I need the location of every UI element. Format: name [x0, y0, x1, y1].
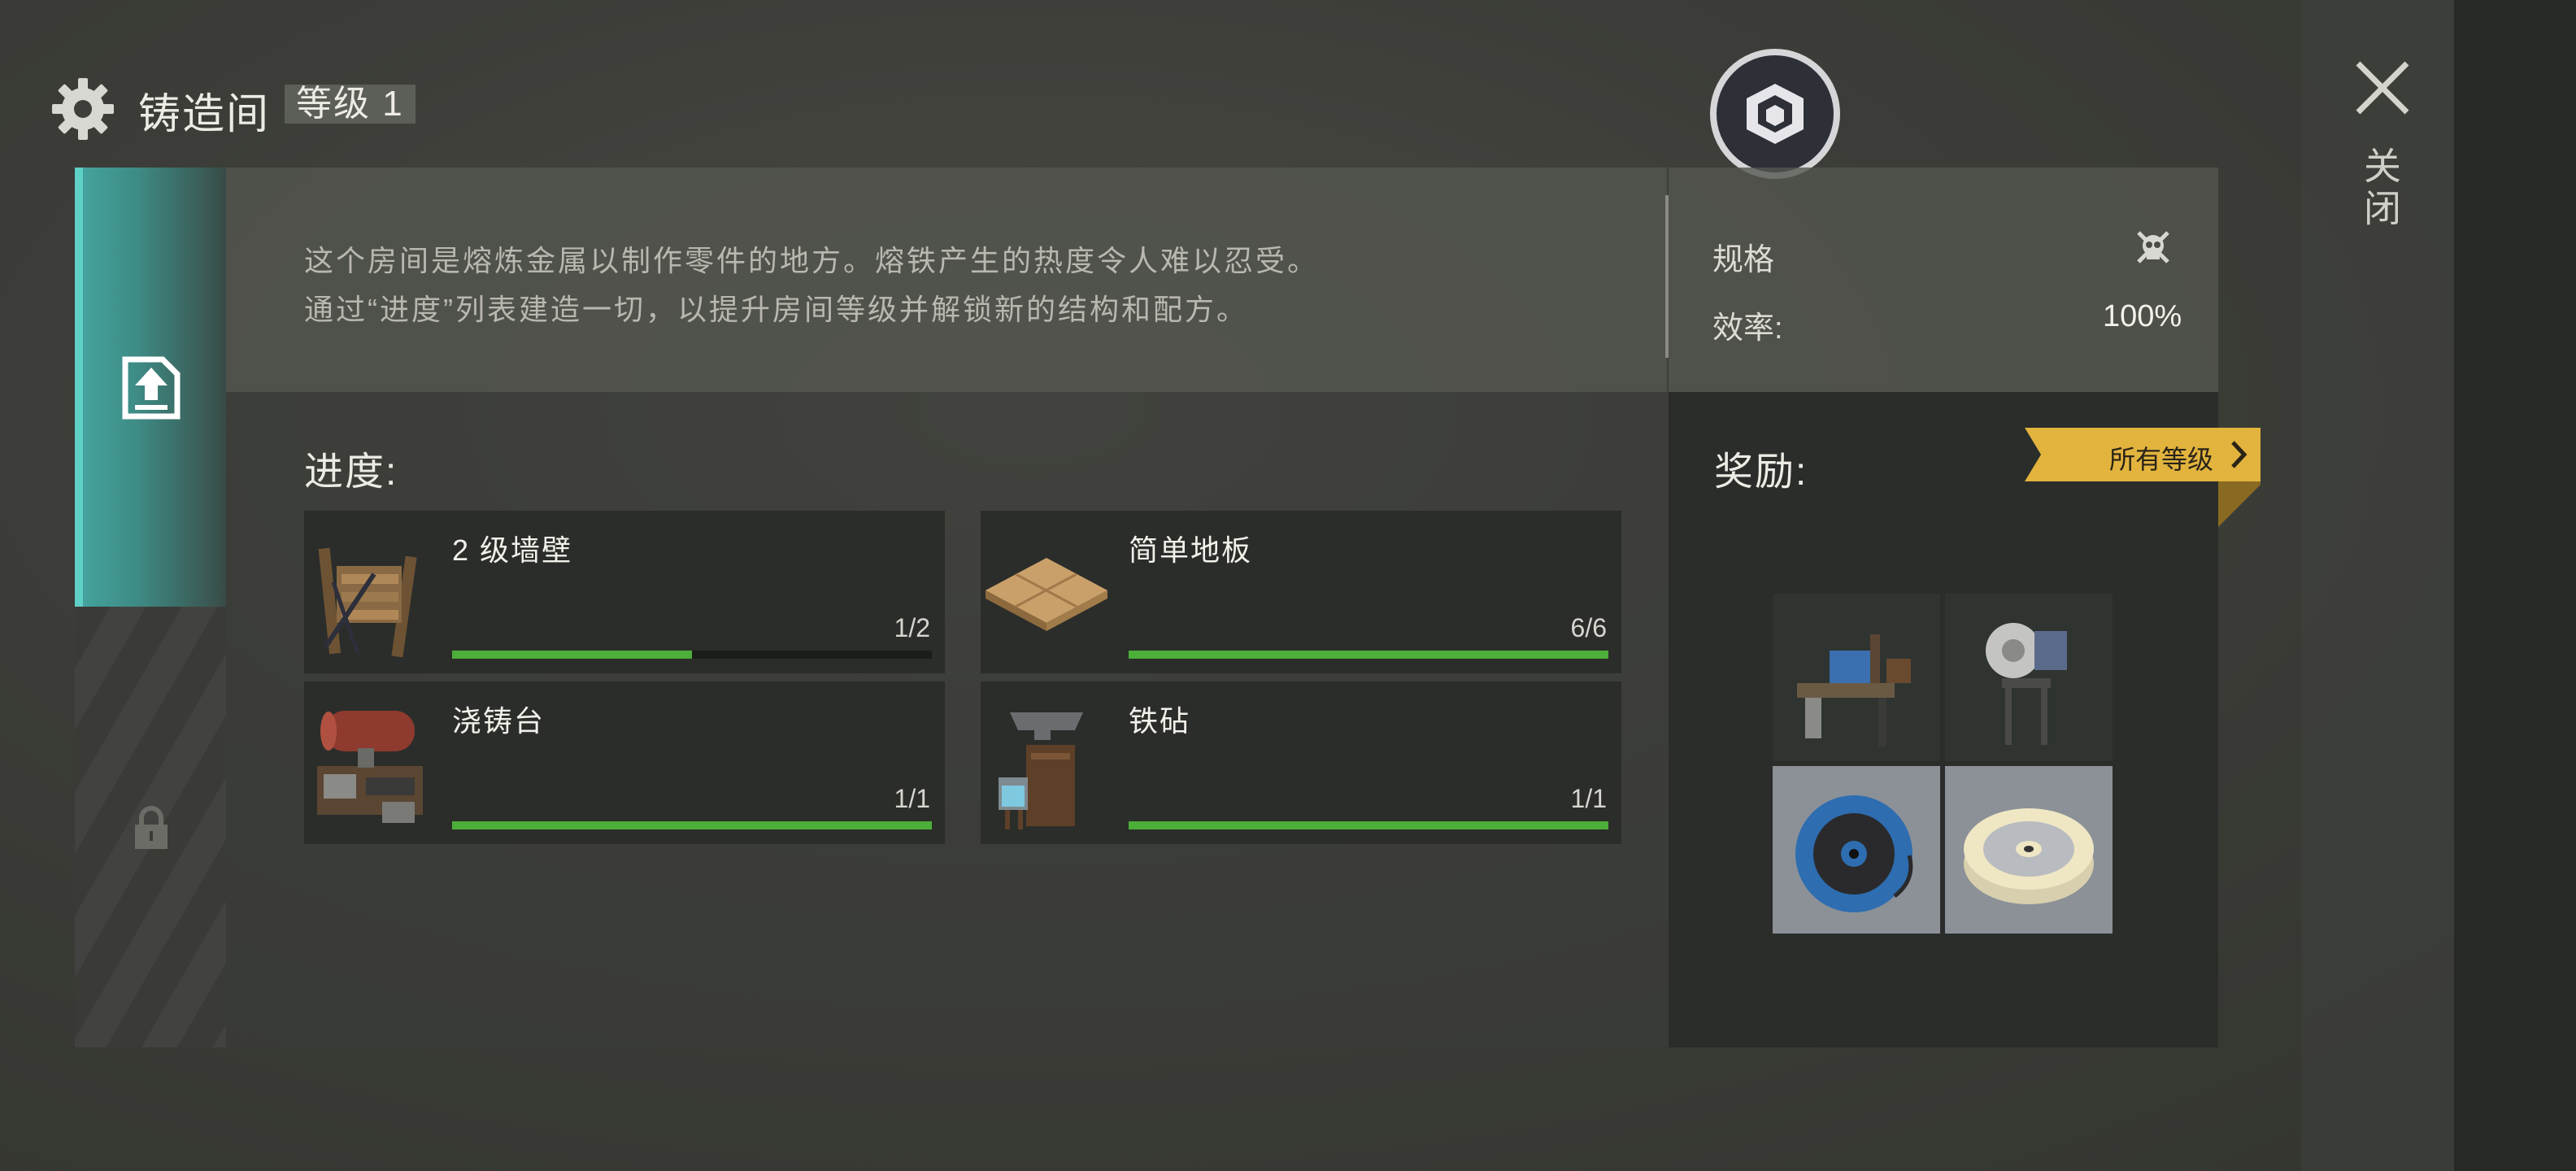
close-icon[interactable]: [2350, 55, 2415, 120]
anvil-icon: [999, 712, 1083, 829]
progress-card[interactable]: 简单地板 6/6: [981, 511, 1621, 673]
progress-fill: [452, 651, 692, 659]
workbench-icon: [1797, 634, 1911, 747]
reward-slot[interactable]: [1945, 766, 2113, 934]
item-name: 简单地板: [1129, 533, 1253, 567]
close-label[interactable]: 关闭: [2358, 146, 2407, 231]
progress-fill: [1129, 821, 1608, 829]
progress-bar: [1129, 821, 1608, 829]
description-line-1: 这个房间是熔炼金属以制作零件的地方。熔铁产生的热度令人难以忍受。: [304, 244, 1320, 277]
room-emblem-icon: [1710, 49, 1840, 179]
progress-fill: [452, 821, 932, 829]
specs-title: 规格: [1712, 243, 1775, 277]
progress-fill: [1129, 651, 1608, 659]
wall-icon: [318, 547, 417, 658]
progress-bar: [1129, 651, 1608, 659]
screen-edge: [2454, 0, 2576, 1171]
divider: [1665, 195, 1669, 358]
item-count: 6/6: [1570, 613, 1607, 642]
efficiency-label: 效率:: [1712, 311, 1783, 346]
efficiency-value: 100%: [2103, 299, 2182, 333]
gear-icon[interactable]: [50, 76, 115, 141]
item-name: 2 级墙壁: [452, 533, 573, 567]
progress-bar: [452, 821, 932, 829]
description-band: [226, 168, 1667, 392]
item-name: 浇铸台: [452, 704, 546, 738]
upgrade-icon: [122, 356, 181, 420]
level-badge: 等级 1: [285, 85, 416, 124]
progress-label: 进度:: [304, 451, 398, 494]
reward-slot[interactable]: [1945, 594, 2113, 761]
blue-wire-spool-icon: [1795, 795, 1913, 912]
reward-slot[interactable]: [1773, 766, 1940, 934]
lock-icon: [135, 806, 168, 849]
item-count: 1/1: [894, 784, 930, 813]
steel-wire-spool-icon: [1964, 808, 2094, 904]
specs-band: [1669, 168, 2218, 392]
progress-card[interactable]: 铁砧 1/1: [981, 681, 1621, 844]
description-line-2: 通过“进度”列表建造一切，以提升房间等级并解锁新的结构和配方。: [304, 293, 1248, 326]
skull-icon[interactable]: [2134, 228, 2173, 267]
item-name: 铁砧: [1129, 704, 1191, 738]
item-count: 1/1: [1570, 784, 1607, 813]
progress-bar: [452, 651, 932, 659]
item-count: 1/2: [894, 613, 930, 642]
grinder-icon: [1986, 623, 2067, 745]
all-levels-button[interactable]: 所有等级: [2109, 439, 2213, 477]
rewards-label: 奖励:: [1714, 451, 1808, 494]
progress-card[interactable]: 浇铸台 1/1: [304, 681, 945, 844]
reward-slot[interactable]: [1773, 594, 1940, 761]
floor-icon: [986, 558, 1107, 631]
progress-card[interactable]: 2 级墙壁 1/2: [304, 511, 945, 673]
ribbon-fold: [2218, 481, 2261, 527]
room-title: 铸造间: [138, 91, 271, 138]
casting-table-icon: [317, 711, 423, 823]
